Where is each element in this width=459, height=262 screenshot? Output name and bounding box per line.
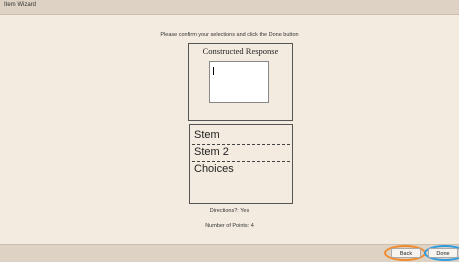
title-bar: Item Wizard: [0, 0, 459, 15]
window-title: Item Wizard: [4, 2, 37, 8]
button-bar: Back Done: [0, 244, 459, 262]
directions-summary: Directions?: Yes: [209, 208, 250, 214]
item-type-preview: Constructed Response: [188, 43, 293, 121]
part-stem: Stem: [192, 128, 290, 145]
points-summary: Number of Points: 4: [205, 223, 254, 229]
part-stem-2: Stem 2: [192, 145, 290, 162]
text-cursor: [213, 67, 214, 75]
done-button[interactable]: Done: [428, 248, 458, 258]
instruction-text: Please confirm your selections and click…: [160, 32, 299, 38]
part-choices: Choices: [194, 163, 234, 175]
response-area-preview: [209, 61, 269, 103]
item-parts-box: Stem Stem 2 Choices: [189, 124, 293, 204]
back-button[interactable]: Back: [391, 248, 421, 258]
item-type-heading: Constructed Response: [202, 46, 279, 56]
